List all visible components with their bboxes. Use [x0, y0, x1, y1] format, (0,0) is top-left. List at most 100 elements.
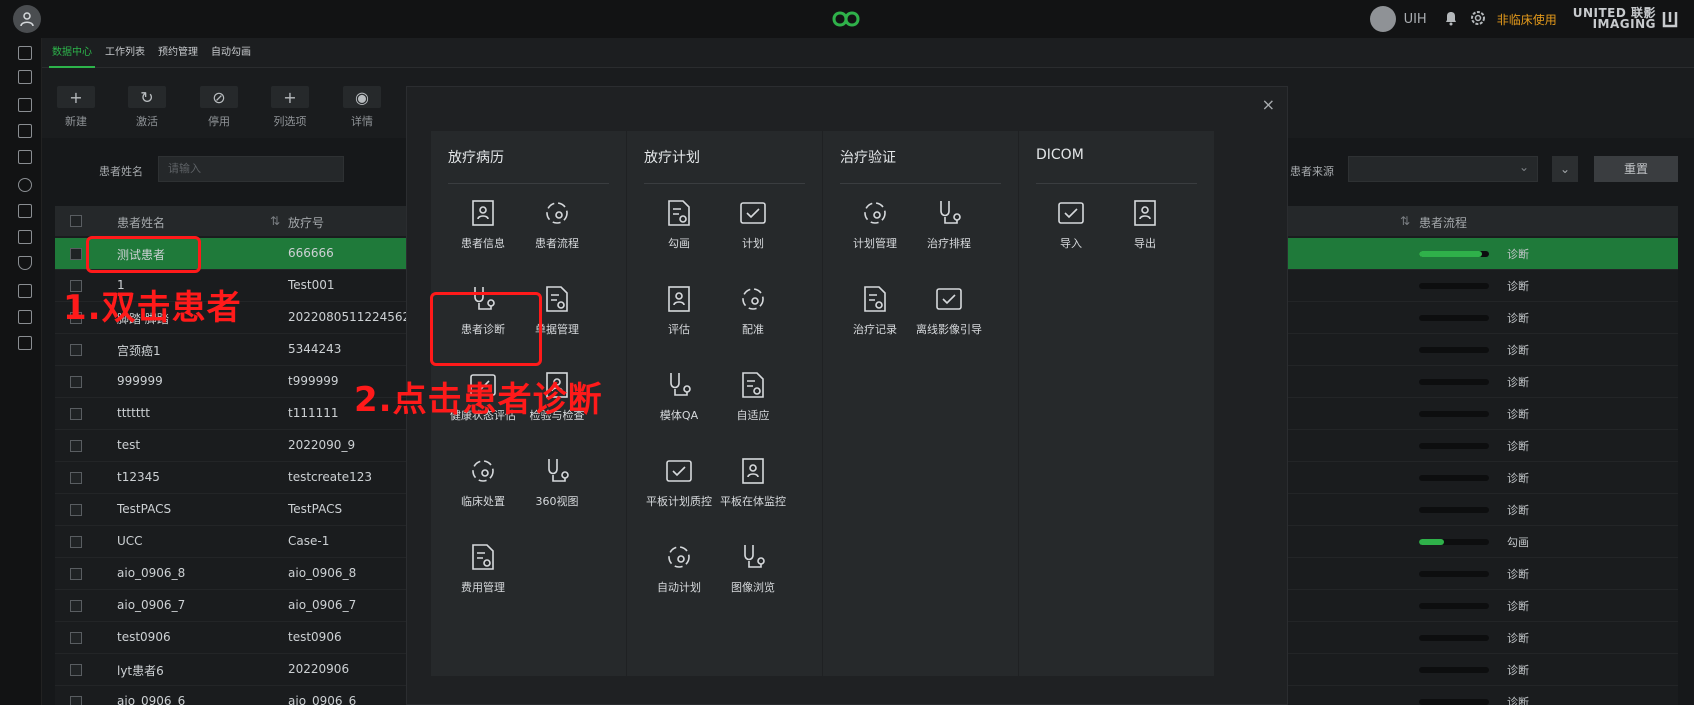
layers-icon[interactable] — [18, 70, 32, 84]
row-checkbox[interactable] — [70, 664, 82, 676]
flow-progress-bar — [1419, 507, 1489, 513]
menu-item-label: 平板在体监控 — [720, 495, 786, 508]
menu-item[interactable]: 患者信息 — [443, 197, 523, 251]
search-doc-icon[interactable] — [18, 284, 32, 298]
row-checkbox[interactable] — [70, 696, 82, 705]
close-icon[interactable]: × — [1262, 95, 1275, 114]
menu-item[interactable]: 图像浏览 — [713, 541, 793, 595]
menu-item[interactable]: 临床处置 — [443, 455, 523, 509]
flow-status-cell: 诊断 — [1507, 504, 1529, 517]
flow-status-cell: 诊断 — [1507, 632, 1529, 645]
col-name-header[interactable]: 患者姓名 — [117, 214, 165, 231]
account-icon[interactable] — [13, 5, 41, 33]
row-checkbox[interactable] — [70, 376, 82, 388]
menu-item-icon — [443, 541, 523, 573]
row-checkbox[interactable] — [70, 504, 82, 516]
patient-source-label: 患者来源 — [1290, 165, 1334, 178]
bell-icon[interactable] — [1443, 10, 1459, 29]
shield-icon[interactable] — [18, 256, 32, 270]
col-id-header[interactable]: 放疗号 — [288, 214, 324, 231]
row-checkbox[interactable] — [70, 600, 82, 612]
select-all-checkbox[interactable] — [70, 215, 82, 227]
menu-item-icon — [443, 197, 523, 229]
menu-item[interactable]: 计划管理 — [835, 197, 915, 251]
patient-name-cell: t12345 — [117, 470, 160, 484]
menu-item[interactable]: 患者流程 — [517, 197, 597, 251]
row-checkbox[interactable] — [70, 344, 82, 356]
reset-button[interactable]: 重置 — [1594, 156, 1678, 182]
menu-item[interactable]: 勾画 — [639, 197, 719, 251]
patient-name-cell: test0906 — [117, 630, 171, 644]
flow-status-cell: 诊断 — [1507, 664, 1529, 677]
brand-mark-icon — [1662, 12, 1678, 28]
menu-item[interactable]: 配准 — [713, 283, 793, 337]
calendar-icon[interactable] — [18, 150, 32, 164]
tab-appointment[interactable]: 预约管理 — [155, 38, 201, 68]
row-checkbox[interactable] — [70, 472, 82, 484]
flow-status-cell: 诊断 — [1507, 344, 1529, 357]
sort-icon[interactable]: ⇅ — [1400, 214, 1410, 228]
row-checkbox[interactable] — [70, 632, 82, 644]
menu-item[interactable]: 自动计划 — [639, 541, 719, 595]
menu-item-label: 计划管理 — [853, 237, 897, 250]
patient-id-cell: aio_0906_8 — [288, 566, 357, 580]
menu-item[interactable]: 导入 — [1031, 197, 1111, 251]
col-flow-header[interactable]: 患者流程 — [1419, 214, 1467, 231]
patient-name-input[interactable]: 请输入 — [158, 156, 344, 182]
row-checkbox[interactable] — [70, 248, 82, 260]
menu-item-icon — [713, 541, 793, 573]
device-icon[interactable] — [18, 310, 32, 324]
document-icon[interactable] — [18, 124, 32, 138]
sidebar — [0, 38, 42, 705]
menu-item[interactable]: 导出 — [1105, 197, 1185, 251]
panel-title: 治疗验证 — [840, 150, 896, 166]
column-options-button[interactable]: + 列选项 — [270, 86, 310, 129]
menu-item[interactable]: 平板计划质控 — [639, 455, 719, 509]
tab-worklist[interactable]: 工作列表 — [102, 38, 148, 68]
report-icon[interactable] — [18, 230, 32, 244]
patient-name-cell: 宫颈癌1 — [117, 344, 161, 358]
menu-item[interactable]: 费用管理 — [443, 541, 523, 595]
patient-id-cell: t111111 — [288, 406, 339, 420]
patient-source-select[interactable]: ⌄ — [1348, 156, 1538, 182]
row-checkbox[interactable] — [70, 440, 82, 452]
menu-item-label: 治疗排程 — [927, 237, 971, 250]
flow-status-cell: 诊断 — [1507, 376, 1529, 389]
tab-data-center[interactable]: 数据中心 — [49, 38, 95, 68]
medical-record-icon[interactable] — [18, 98, 32, 112]
brain-icon[interactable] — [18, 178, 32, 192]
menu-item-label: 自动计划 — [657, 581, 701, 594]
menu-item[interactable]: 评估 — [639, 283, 719, 337]
user-name[interactable]: UIH — [1404, 12, 1427, 27]
home-icon[interactable] — [18, 46, 32, 60]
menu-item[interactable]: 治疗排程 — [909, 197, 989, 251]
flow-status-cell: 诊断 — [1507, 472, 1529, 485]
gear-icon[interactable] — [1469, 9, 1487, 30]
menu-item[interactable]: 平板在体监控 — [713, 455, 793, 509]
activate-button[interactable]: ↻ 激活 — [127, 86, 167, 129]
menu-item[interactable]: 360视图 — [517, 455, 597, 509]
patient-name-cell: aio_0906_7 — [117, 598, 186, 612]
user-avatar[interactable] — [1369, 6, 1396, 32]
menu-item-icon — [1031, 197, 1111, 229]
chart-icon[interactable] — [18, 204, 32, 218]
eye-icon: ◉ — [343, 86, 381, 108]
detail-button[interactable]: ◉ 详情 — [342, 86, 382, 129]
menu-item[interactable]: 离线影像引导 — [909, 283, 989, 337]
flow-progress-bar — [1419, 251, 1489, 257]
row-checkbox[interactable] — [70, 568, 82, 580]
sort-icon[interactable]: ⇅ — [270, 214, 280, 228]
disable-button[interactable]: ⊘ 停用 — [199, 86, 239, 129]
tab-auto-contour[interactable]: 自动勾画 — [208, 38, 254, 68]
row-checkbox[interactable] — [70, 408, 82, 420]
apps-icon[interactable] — [18, 336, 32, 350]
patient-name-label: 患者姓名 — [99, 165, 143, 178]
activate-icon: ↻ — [128, 86, 166, 108]
menu-item[interactable]: 计划 — [713, 197, 793, 251]
menu-item[interactable]: 治疗记录 — [835, 283, 915, 337]
menu-item[interactable]: 自适应 — [713, 369, 793, 423]
new-button[interactable]: + 新建 — [56, 86, 96, 129]
row-checkbox[interactable] — [70, 536, 82, 548]
expand-filter-button[interactable]: ⌄ — [1552, 156, 1578, 182]
menu-item[interactable]: 模体QA — [639, 369, 719, 423]
